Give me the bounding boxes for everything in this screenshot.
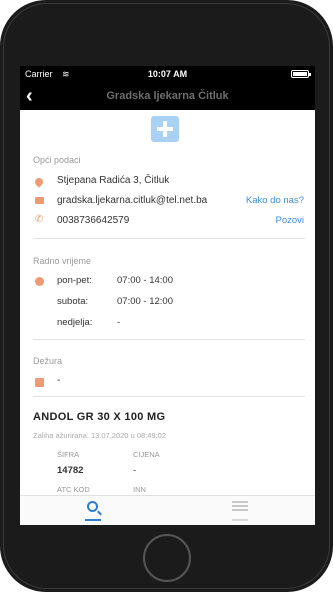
tab-list[interactable] — [168, 496, 315, 525]
hours-day-label: subota: — [57, 296, 89, 307]
list-icon — [232, 501, 248, 512]
pharmacy-cross-icon — [151, 116, 179, 142]
hours-day-label: pon-pet: — [57, 275, 92, 286]
duty-section-label: Dežura — [33, 356, 63, 366]
search-icon — [87, 501, 98, 512]
code-value: 14782 — [57, 465, 84, 476]
hours-time-value: 07:00 - 12:00 — [117, 296, 173, 307]
home-button[interactable] — [143, 534, 191, 582]
price-value: - — [133, 465, 137, 476]
stock-updated-text: Zaliha ažurirana: 13.07.2020 u 08:49:02 — [33, 431, 167, 440]
address-text: Stjepana Radića 3, Čitluk — [57, 175, 170, 186]
phone-icon: ✆ — [35, 214, 44, 225]
directions-link[interactable]: Kako do nas? — [246, 195, 304, 206]
pharmacy-details[interactable]: Opći podaci Stjepana Radića 3, Čitluk gr… — [20, 110, 315, 495]
clock-icon — [35, 277, 45, 287]
inn-header: INN — [133, 485, 146, 494]
divider — [33, 339, 305, 340]
app-screen: Carrier ≋ 10:07 AM ‹ Gradska ljekarna Či… — [20, 66, 315, 525]
price-header: CIJENA — [133, 450, 160, 459]
calendar-icon — [35, 378, 45, 388]
general-section-label: Opći podaci — [33, 155, 81, 165]
inactive-tab-indicator — [232, 519, 248, 521]
phone-frame: Carrier ≋ 10:07 AM ‹ Gradska ljekarna Či… — [0, 0, 333, 592]
status-bar: Carrier ≋ 10:07 AM — [20, 66, 315, 82]
divider — [33, 238, 305, 239]
status-time: 10:07 AM — [147, 69, 188, 79]
location-pin-icon — [33, 176, 45, 188]
hours-section-label: Radno vrijeme — [33, 256, 92, 266]
mail-icon — [35, 197, 45, 207]
atc-header: ATC KOD — [57, 485, 90, 494]
battery-icon — [291, 70, 311, 78]
page-title: Gradska ljekarna Čitluk — [106, 90, 229, 102]
tab-bar — [20, 495, 315, 525]
hours-time-value: - — [117, 317, 121, 328]
navigation-bar: ‹ Gradska ljekarna Čitluk — [20, 82, 315, 110]
hours-time-value: 07:00 - 14:00 — [117, 275, 173, 286]
phone-text[interactable]: 0038736642579 — [57, 215, 129, 226]
code-header: ŠIFRA — [57, 450, 80, 459]
product-name: ANDOL GR 30 X 100 MG — [33, 411, 166, 423]
email-text[interactable]: gradska.ljekarna.citluk@tel.net.ba — [57, 195, 207, 206]
hours-day-label: nedjelja: — [57, 317, 93, 328]
divider — [33, 396, 305, 397]
active-tab-indicator — [85, 519, 101, 521]
tab-search[interactable] — [20, 496, 167, 525]
duty-value: - — [57, 375, 61, 386]
call-link[interactable]: Pozovi — [275, 215, 304, 226]
